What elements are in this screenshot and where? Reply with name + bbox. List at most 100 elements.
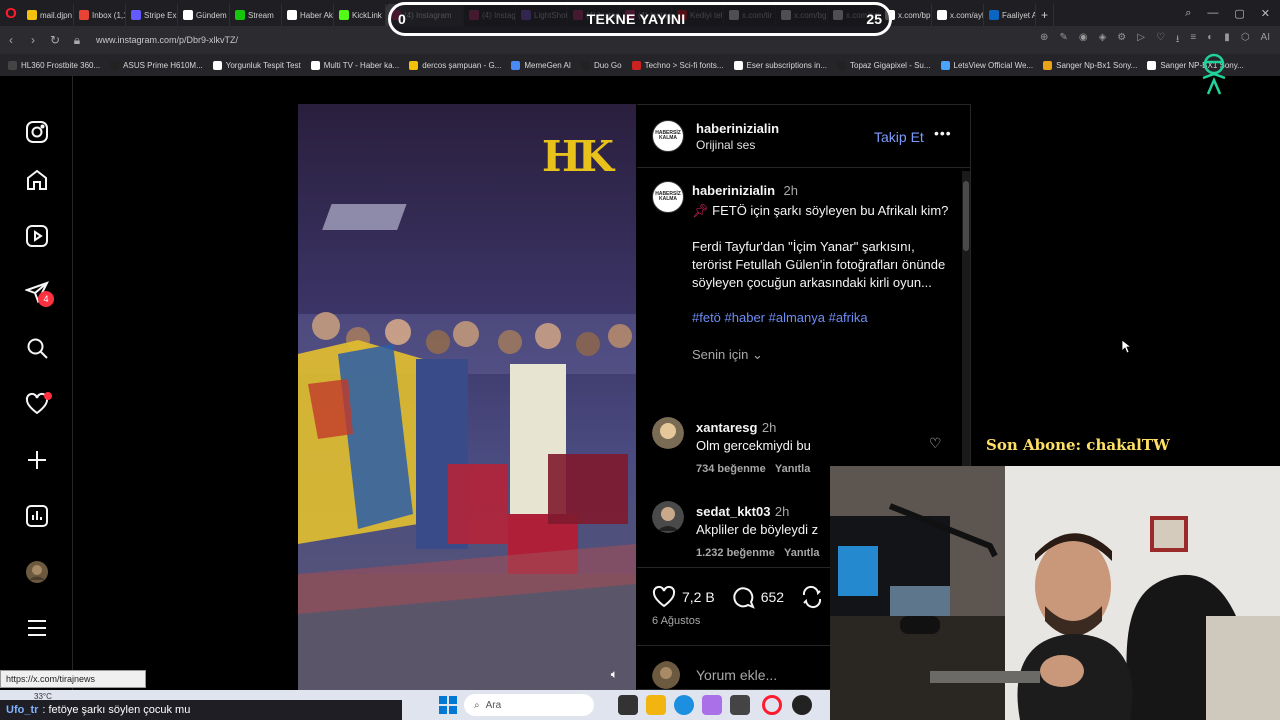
home-icon[interactable] (24, 167, 50, 193)
search-icon[interactable] (24, 335, 50, 361)
bookmark-favicon-icon (310, 60, 320, 70)
comment-count[interactable]: 652 (761, 589, 784, 605)
hashtags[interactable]: #fetö #haber #almanya #afrika (692, 310, 954, 325)
comment-reply-button[interactable]: Yanıtla (784, 547, 819, 559)
translation-toggle[interactable]: Senin için ⌄ (692, 347, 954, 363)
mute-icon[interactable]: 🔈︎ (611, 667, 618, 682)
new-tab-button[interactable]: + (1036, 4, 1055, 26)
caption-author-avatar[interactable]: HABERSİZ KALMA (652, 181, 684, 213)
comment-reply-button[interactable]: Yanıtla (775, 463, 810, 475)
bookmark-item[interactable]: Multi TV - Haber ka... (310, 60, 399, 70)
add-comment-input[interactable]: Yorum ekle... (696, 667, 777, 683)
bookmark-favicon-icon (110, 60, 120, 70)
like-count[interactable]: 7,2 B (682, 589, 715, 605)
back-button[interactable]: ‹ (0, 33, 22, 47)
bookmark-item[interactable]: Topaz Gigapixel - Su... (837, 60, 931, 70)
profile-icon[interactable]: ◐ (1207, 32, 1213, 49)
browser-tab[interactable]: mail.djpn (22, 4, 74, 26)
left-score: 0 (398, 11, 406, 27)
extension-icon[interactable]: ▮ (1224, 32, 1230, 49)
more-options-icon[interactable]: ••• (934, 125, 952, 141)
bookmark-item[interactable]: LetsView Official We... (940, 60, 1033, 70)
bookmark-item[interactable]: Techno > Sci-fi fonts... (631, 60, 724, 70)
create-plus-icon[interactable] (24, 447, 50, 473)
bookmark-item[interactable]: Eser subscriptions in... (733, 60, 827, 70)
comment-avatar[interactable] (652, 501, 684, 533)
tab-label: x.com/bp (898, 10, 931, 20)
bookmark-item[interactable]: Yorgunluk Tespit Test (212, 60, 301, 70)
comment-bubble-icon[interactable] (731, 585, 755, 609)
comment-likes[interactable]: 1.232 beğenme (696, 547, 775, 559)
browser-tab[interactable]: Stream (230, 4, 282, 26)
repost-icon[interactable] (800, 585, 824, 609)
follow-button[interactable]: Takip Et (874, 129, 924, 145)
file-explorer-icon[interactable] (646, 695, 666, 715)
browser-tab[interactable]: Haber Ak (282, 4, 334, 26)
zoom-icon[interactable]: ⊕ (1040, 32, 1048, 49)
instagram-logo-icon[interactable] (24, 119, 50, 145)
download-icon[interactable]: ⭳ (1176, 32, 1180, 49)
post-video[interactable]: HK 🔈︎ (298, 104, 636, 690)
tab-favicon-icon (339, 10, 349, 20)
comment-username[interactable]: xantaresg (696, 420, 757, 435)
shield-icon[interactable]: ◈ (1099, 32, 1107, 49)
bookmark-item[interactable]: Sanger Np-Bx1 Sony... (1043, 60, 1137, 70)
url-field[interactable]: www.instagram.com/p/Dbr9-xlkvTZ/ (96, 35, 238, 45)
comment-avatar[interactable] (652, 417, 684, 449)
settings-icon[interactable]: ⚙ (1117, 32, 1126, 49)
bookmark-label: ASUS Prime H610M... (123, 60, 203, 70)
bookmark-item[interactable]: HL360 Frostbite 360... (8, 60, 101, 70)
edge-icon[interactable] (674, 695, 694, 715)
bookmark-label: HL360 Frostbite 360... (21, 60, 101, 70)
bookmark-item[interactable]: ASUS Prime H610M... (110, 60, 203, 70)
forward-button[interactable]: › (22, 33, 44, 47)
windows-start-icon[interactable] (438, 695, 458, 715)
overlay-title: TEKNE YAYINI (586, 11, 686, 27)
copilot-icon[interactable] (702, 695, 722, 715)
dashboard-icon[interactable] (24, 503, 50, 529)
author-avatar[interactable]: HABERSİZ KALMA (652, 120, 684, 152)
bookmark-item[interactable]: MemeGen AI (511, 60, 571, 70)
puzzle-icon[interactable]: ⬡ (1241, 32, 1250, 49)
heart-icon[interactable]: ♡ (1156, 32, 1165, 49)
edit-icon[interactable]: ✎ (1059, 32, 1067, 49)
store-icon[interactable] (730, 695, 750, 715)
camera-icon[interactable]: ◉ (1079, 32, 1088, 49)
search-tabs-icon[interactable]: ⌕ (1185, 7, 1191, 20)
like-heart-icon[interactable] (652, 585, 676, 609)
current-user-avatar (652, 661, 684, 693)
comment-likes[interactable]: 734 beğenme (696, 463, 766, 475)
bookmark-favicon-icon (511, 60, 521, 70)
bookmark-item[interactable]: Duo Go (581, 60, 622, 70)
audio-label[interactable]: Orijinal ses (696, 138, 755, 152)
ai-icon[interactable]: AI (1261, 32, 1270, 49)
obs-icon[interactable] (792, 695, 812, 715)
browser-tab[interactable]: Faaliyet A (984, 4, 1036, 26)
browser-tab[interactable]: Stripe Exp (126, 4, 178, 26)
reload-button[interactable]: ↻ (44, 33, 66, 47)
close-window-icon[interactable]: ✕ (1261, 7, 1270, 20)
task-view-icon[interactable] (618, 695, 638, 715)
comment-username[interactable]: sedat_kkt03 (696, 504, 770, 519)
browser-tab[interactable]: Gündem (178, 4, 230, 26)
opera-logo-icon[interactable]: O (0, 0, 22, 26)
caption-time: 2h (783, 183, 798, 198)
bookmark-item[interactable]: dercos şampuan - G... (409, 60, 501, 70)
notification-dot (44, 392, 52, 400)
reels-icon[interactable] (24, 223, 50, 249)
comment-like-heart-icon[interactable]: ♡ (929, 435, 942, 452)
author-username[interactable]: haberinizialin (696, 121, 779, 136)
browser-tab[interactable]: Inbox (1,1 (74, 4, 126, 26)
taskbar-search-input[interactable]: ⌕ Ara (464, 694, 594, 716)
bookmark-label: Topaz Gigapixel - Su... (850, 60, 931, 70)
menu-icon[interactable]: ≡ (1190, 32, 1196, 49)
browser-tab[interactable]: KickLink (334, 4, 386, 26)
browser-tab[interactable]: x.com/ayk (932, 4, 984, 26)
play-icon[interactable]: ▷ (1137, 32, 1145, 49)
profile-avatar[interactable] (24, 559, 50, 585)
more-menu-icon[interactable] (24, 615, 50, 641)
maximize-icon[interactable]: ▢ (1234, 7, 1244, 20)
minimize-icon[interactable]: — (1207, 7, 1218, 20)
opera-taskbar-icon[interactable] (762, 695, 782, 715)
caption-author[interactable]: haberinizialin (692, 183, 775, 198)
